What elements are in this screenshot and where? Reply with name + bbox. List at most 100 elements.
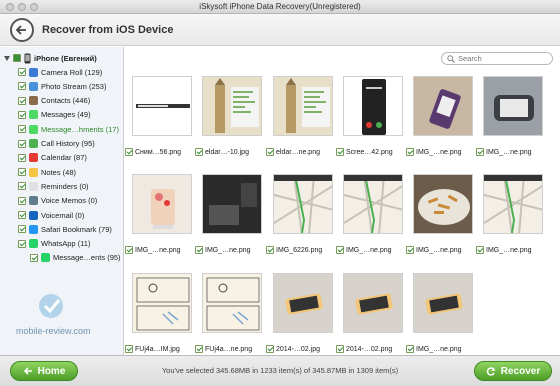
food-plate-thumbnail[interactable] — [413, 174, 473, 234]
recover-button[interactable]: Recover — [474, 361, 552, 381]
sidebar-item-checkbox[interactable] — [18, 196, 26, 205]
phone-on-desk-thumbnail[interactable] — [413, 273, 473, 333]
sidebar-item[interactable]: Messages (49) — [18, 109, 91, 121]
file-item[interactable]: eldar…ne.png — [266, 76, 334, 168]
sidebar-item-checkbox[interactable] — [18, 125, 26, 134]
category-icon — [29, 96, 38, 106]
file-caption: IMG_6226.png — [266, 246, 322, 254]
file-checkbox[interactable] — [125, 345, 133, 353]
file-checkbox[interactable] — [125, 246, 133, 254]
sidebar-item[interactable]: Camera Roll (129) — [18, 66, 102, 78]
screenshot-dark-bar-thumbnail[interactable] — [132, 76, 192, 136]
sidebar-item[interactable]: Contacts (446) — [18, 95, 90, 107]
file-item[interactable]: IMG_…ne.png — [406, 174, 474, 266]
file-checkbox[interactable] — [266, 246, 274, 254]
sidebar-item-checkbox[interactable] — [30, 253, 38, 262]
file-name: IMG_…ne.png — [486, 246, 532, 254]
map-thumbnail[interactable] — [343, 174, 403, 234]
file-caption: IMG_…ne.png — [195, 246, 251, 254]
file-item[interactable]: FUj4a…IM.jpg — [125, 273, 193, 365]
sidebar-item-checkbox[interactable] — [18, 153, 26, 162]
phone-on-desk-thumbnail[interactable] — [343, 273, 403, 333]
file-item[interactable]: IMG_…ne.png — [125, 174, 193, 266]
recover-button-label: Recover — [500, 365, 541, 377]
sidebar-item-checkbox[interactable] — [18, 96, 26, 105]
device-checkbox[interactable] — [13, 54, 21, 62]
file-item[interactable]: IMG_6226.png — [266, 174, 334, 266]
disclosure-triangle-icon[interactable] — [4, 55, 10, 61]
sidebar-item-checkbox[interactable] — [18, 182, 26, 191]
device-in-hand-thumbnail[interactable] — [483, 76, 543, 136]
file-item[interactable]: 2014-…02.jpg — [266, 273, 334, 365]
file-caption: IMG_…ne.png — [125, 246, 181, 254]
sidebar-item[interactable]: Message…ents (95) — [30, 252, 121, 264]
file-checkbox[interactable] — [266, 148, 274, 156]
file-name: IMG_…ne.png — [416, 246, 462, 254]
sidebar-item[interactable]: Calendar (87) — [18, 152, 87, 164]
sidebar-item-checkbox[interactable] — [18, 82, 26, 91]
sidebar-item-label: Safari Bookmark (79) — [41, 224, 112, 234]
file-item[interactable]: eldar…-10.jpg — [195, 76, 263, 168]
phone-on-desk-thumbnail[interactable] — [273, 273, 333, 333]
sidebar-item[interactable]: Safari Bookmark (79) — [18, 223, 112, 235]
file-checkbox[interactable] — [406, 345, 414, 353]
sidebar-item[interactable]: Reminders (0) — [18, 180, 89, 192]
big-ben-chart-thumbnail[interactable] — [273, 76, 333, 136]
file-checkbox[interactable] — [336, 246, 344, 254]
comic-sketch-thumbnail[interactable] — [132, 273, 192, 333]
file-checkbox[interactable] — [195, 345, 203, 353]
dark-room-thumbnail[interactable] — [202, 174, 262, 234]
sidebar-item-checkbox[interactable] — [18, 68, 26, 76]
search-field[interactable] — [441, 52, 553, 65]
sidebar-item-checkbox[interactable] — [18, 139, 26, 148]
big-ben-chart-thumbnail[interactable] — [202, 76, 262, 136]
sidebar-item-checkbox[interactable] — [18, 168, 26, 177]
purple-device-thumbnail[interactable] — [413, 76, 473, 136]
sidebar-item[interactable]: Voice Memos (0) — [18, 195, 97, 207]
file-item[interactable]: FUj4a…ne.png — [195, 273, 263, 365]
phone-call-screen-thumbnail[interactable] — [343, 76, 403, 136]
file-checkbox[interactable] — [476, 246, 484, 254]
device-row[interactable]: iPhone (Евгений) — [4, 52, 97, 64]
file-checkbox[interactable] — [195, 148, 203, 156]
file-checkbox[interactable] — [266, 345, 274, 353]
search-input[interactable] — [458, 54, 548, 63]
file-item[interactable]: IMG_…ne.png — [195, 174, 263, 266]
file-item[interactable]: IMG_…ne.png — [336, 174, 404, 266]
sidebar-item[interactable]: Photo Stream (253) — [18, 80, 106, 92]
file-item[interactable]: IMG_…ne.png — [476, 174, 544, 266]
sidebar-item-checkbox[interactable] — [18, 110, 26, 119]
file-name: IMG_…ne.png — [416, 345, 462, 353]
file-item[interactable]: 2014-…02.png — [336, 273, 404, 365]
sidebar-item-checkbox[interactable] — [18, 211, 26, 219]
file-item[interactable]: IMG_…ne.png — [476, 76, 544, 168]
sidebar-item[interactable]: Voicemail (0) — [18, 209, 84, 221]
sidebar-item[interactable]: Message…hments (17) — [18, 123, 119, 135]
drink-glass-thumbnail[interactable] — [132, 174, 192, 234]
file-checkbox[interactable] — [125, 148, 133, 156]
file-name: FUj4a…IM.jpg — [135, 345, 180, 353]
map-thumbnail[interactable] — [273, 174, 333, 234]
sidebar-item[interactable]: Notes (48) — [18, 166, 76, 178]
comic-sketch-thumbnail[interactable] — [202, 273, 262, 333]
category-icon — [29, 81, 38, 91]
sidebar-item[interactable]: Call History (95) — [18, 138, 95, 150]
file-checkbox[interactable] — [406, 148, 414, 156]
map-thumbnail[interactable] — [483, 174, 543, 234]
file-name: eldar…-10.jpg — [205, 148, 249, 156]
file-item[interactable]: IMG_…ne.png — [406, 273, 474, 365]
sidebar-item[interactable]: WhatsApp (11) — [18, 238, 90, 250]
sidebar-item-checkbox[interactable] — [18, 225, 26, 234]
file-checkbox[interactable] — [406, 246, 414, 254]
file-name: IMG_…ne.png — [205, 246, 251, 254]
back-button[interactable] — [10, 18, 34, 42]
file-item[interactable]: Scree…42.png — [336, 76, 404, 168]
file-checkbox[interactable] — [476, 148, 484, 156]
file-checkbox[interactable] — [195, 246, 203, 254]
file-checkbox[interactable] — [336, 148, 344, 156]
sidebar-item-checkbox[interactable] — [18, 239, 26, 248]
file-item[interactable]: Сним…56.png — [125, 76, 193, 168]
file-checkbox[interactable] — [336, 345, 344, 353]
file-name: Сним…56.png — [135, 148, 182, 156]
file-item[interactable]: IMG_…ne.png — [406, 76, 474, 168]
